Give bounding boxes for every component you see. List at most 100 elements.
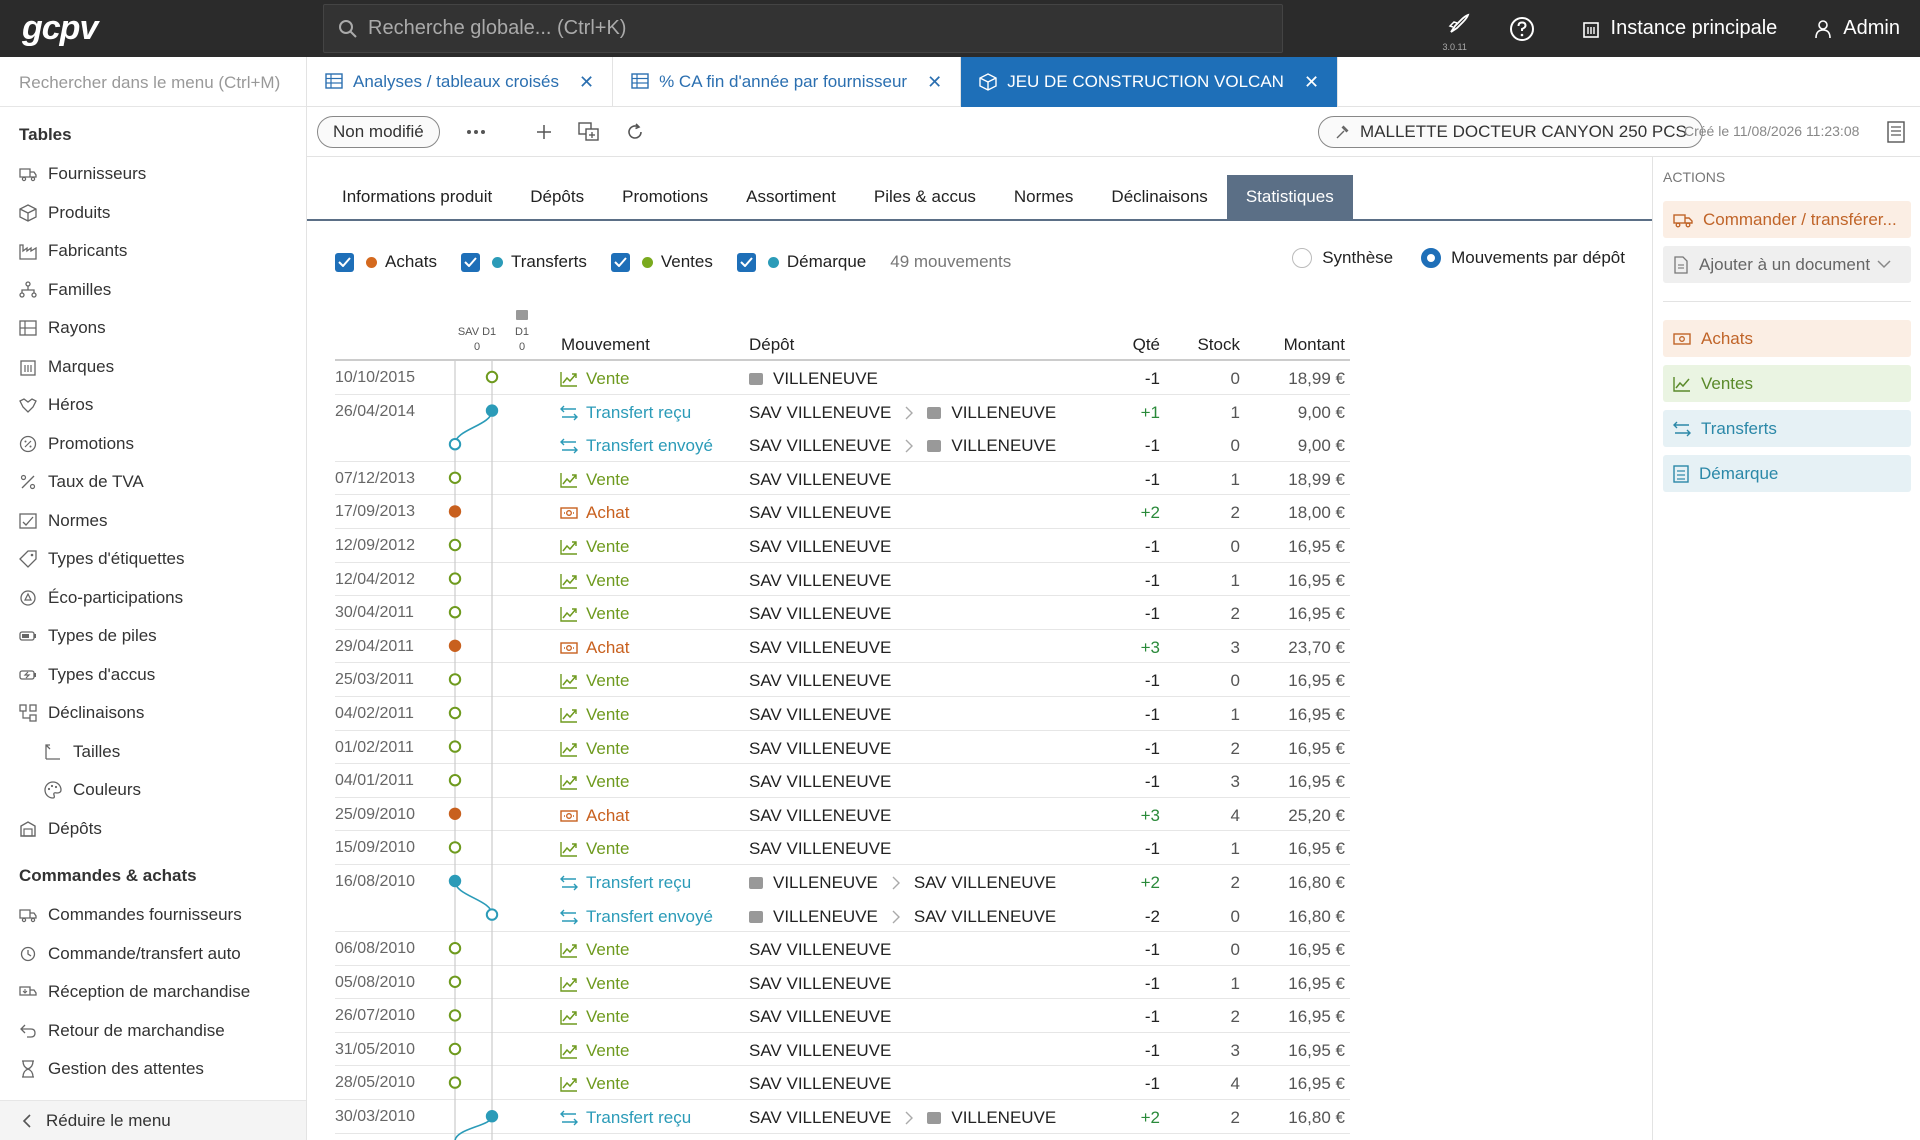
sidebar-item-commande-transfert-auto[interactable]: Commande/transfert auto xyxy=(0,935,306,974)
subtab-informations-produit[interactable]: Informations produit xyxy=(323,175,511,219)
duplicate-button[interactable] xyxy=(578,121,600,142)
sidebar-item-types-d-etiquettes[interactable]: Types d'étiquettes xyxy=(0,540,306,579)
action-link-transferts[interactable]: Transferts xyxy=(1663,410,1911,447)
movement-type[interactable]: Transfert reçu xyxy=(560,403,691,423)
order-transfer-button[interactable]: Commander / transférer... xyxy=(1663,201,1911,238)
movement-type[interactable]: Vente xyxy=(560,470,630,490)
table-row[interactable]: 15/09/2010 Vente SAV VILLENEUVE -1 1 16,95 € xyxy=(335,831,1350,865)
sidebar-item-types-de-piles[interactable]: Types de piles xyxy=(0,617,306,656)
table-row[interactable]: 06/08/2010 Vente SAV VILLENEUVE -1 0 16,95 € xyxy=(335,932,1350,966)
subtab-declinaisons[interactable]: Déclinaisons xyxy=(1092,175,1226,219)
user-menu[interactable]: Admin xyxy=(1813,17,1900,40)
table-row[interactable]: 17/09/2013 Achat SAV VILLENEUVE +2 2 18,00 € xyxy=(335,495,1350,529)
movement-type[interactable]: Transfert reçu xyxy=(560,1108,691,1128)
table-row[interactable]: 26/04/2014 Transfert reçu SAV VILLENEUVE VI… xyxy=(335,395,1350,429)
table-row[interactable]: 29/04/2011 Achat SAV VILLENEUVE +3 3 23,70 € xyxy=(335,630,1350,664)
subtab-promotions[interactable]: Promotions xyxy=(603,175,727,219)
movement-type[interactable]: Vente xyxy=(560,940,630,960)
action-link-ventes[interactable]: Ventes xyxy=(1663,365,1911,402)
table-row[interactable]: 30/04/2011 Vente SAV VILLENEUVE -1 2 16,95 € xyxy=(335,596,1350,630)
filter-checkbox-ventes[interactable]: Ventes xyxy=(610,252,713,272)
sidebar-item-depots[interactable]: Dépôts xyxy=(0,810,306,849)
sidebar-item-types-d-accus[interactable]: Types d'accus xyxy=(0,656,306,695)
sidebar-item-produits[interactable]: Produits xyxy=(0,194,306,233)
filter-checkbox-transferts[interactable]: Transferts xyxy=(460,252,587,272)
movement-type[interactable]: Vente xyxy=(560,1041,630,1061)
movement-type[interactable]: Vente xyxy=(560,571,630,591)
sidebar-item-marques[interactable]: Marques xyxy=(0,348,306,387)
instance-selector[interactable]: Instance principale xyxy=(1581,17,1777,40)
movement-type[interactable]: Achat xyxy=(560,503,629,523)
movement-type[interactable]: Vente xyxy=(560,974,630,994)
movement-type[interactable]: Vente xyxy=(560,671,630,691)
movement-type[interactable]: Transfert reçu xyxy=(560,873,691,893)
sidebar-item-commandes-fournisseurs[interactable]: Commandes fournisseurs xyxy=(0,896,306,935)
sidebar-item-gestion-des-attentes[interactable]: Gestion des attentes xyxy=(0,1050,306,1089)
add-button[interactable] xyxy=(536,124,552,140)
sidebar-item-reception-de-marchandise[interactable]: Réception de marchandise xyxy=(0,973,306,1012)
sidebar-item-heros[interactable]: Héros xyxy=(0,386,306,425)
movement-type[interactable]: Vente xyxy=(560,1074,630,1094)
subtab-statistiques[interactable]: Statistiques xyxy=(1226,175,1353,219)
table-row[interactable]: 16/08/2010 Transfert reçu VILLENEUVE SAV VI… xyxy=(335,865,1350,899)
col-header-qte[interactable]: Qté xyxy=(1133,335,1160,355)
col-header-depot[interactable]: Dépôt xyxy=(749,335,794,355)
release-notes-button[interactable]: 3.0.11 xyxy=(1443,0,1475,57)
radio-synthese[interactable]: Synthèse xyxy=(1292,248,1393,268)
refresh-button[interactable] xyxy=(626,122,644,141)
table-row[interactable]: 04/01/2011 Vente SAV VILLENEUVE -1 3 16,95 € xyxy=(335,764,1350,798)
document-tab[interactable]: % CA fin d'année par fournisseur ✕ xyxy=(613,57,962,107)
movement-type[interactable]: Vente xyxy=(560,604,630,624)
movement-type[interactable]: Vente xyxy=(560,1007,630,1027)
sidebar-item-tailles[interactable]: Tailles xyxy=(0,733,306,772)
sidebar-item-taux-de-tva[interactable]: Taux de TVA xyxy=(0,463,306,502)
table-row[interactable]: Transfert envoyé VILLENEUVE SAV VILLENEUVE… xyxy=(335,899,1350,933)
radio-mouvements-depot[interactable]: Mouvements par dépôt xyxy=(1421,248,1625,268)
col-header-stock[interactable]: Stock xyxy=(1197,335,1240,355)
document-info-button[interactable] xyxy=(1887,121,1905,143)
global-search-input[interactable]: Recherche globale... (Ctrl+K) xyxy=(323,4,1283,53)
subtab-depots[interactable]: Dépôts xyxy=(511,175,603,219)
menu-search-input[interactable]: Rechercher dans le menu (Ctrl+M) xyxy=(0,57,306,107)
subtab-normes[interactable]: Normes xyxy=(995,175,1093,219)
close-icon[interactable]: ✕ xyxy=(927,72,942,93)
sidebar-item-normes[interactable]: Normes xyxy=(0,502,306,541)
close-icon[interactable]: ✕ xyxy=(579,72,594,93)
table-row[interactable]: 12/04/2012 Vente SAV VILLENEUVE -1 1 16,95 € xyxy=(335,563,1350,597)
table-row[interactable]: 12/09/2012 Vente SAV VILLENEUVE -1 0 16,95 € xyxy=(335,529,1350,563)
subtab-piles-accus[interactable]: Piles & accus xyxy=(855,175,995,219)
table-row[interactable]: 31/05/2010 Vente SAV VILLENEUVE -1 3 16,95 € xyxy=(335,1033,1350,1067)
movement-type[interactable]: Vente xyxy=(560,537,630,557)
more-button[interactable] xyxy=(466,129,486,135)
action-link-achats[interactable]: Achats xyxy=(1663,320,1911,357)
movement-type[interactable]: Achat xyxy=(560,806,629,826)
help-button[interactable] xyxy=(1509,16,1545,42)
filter-checkbox-achats[interactable]: Achats xyxy=(335,252,437,272)
subtab-assortiment[interactable]: Assortiment xyxy=(727,175,855,219)
table-row[interactable]: 10/10/2015 Vente VILLENEUVE -1 0 18,99 € xyxy=(335,361,1350,395)
table-row[interactable]: 01/02/2011 Vente SAV VILLENEUVE -1 2 16,95 € xyxy=(335,731,1350,765)
table-row[interactable]: 04/02/2011 Vente SAV VILLENEUVE -1 1 16,95 € xyxy=(335,697,1350,731)
movement-type[interactable]: Achat xyxy=(560,638,629,658)
add-to-document-dropdown[interactable]: Ajouter à un document xyxy=(1663,246,1911,283)
table-row[interactable]: 30/03/2010 Transfert reçu SAV VILLENEUVE VI… xyxy=(335,1100,1350,1134)
movement-type[interactable]: Vente xyxy=(560,772,630,792)
linked-product-badge[interactable]: MALLETTE DOCTEUR CANYON 250 PCS xyxy=(1318,116,1703,148)
movement-type[interactable]: Vente xyxy=(560,839,630,859)
movement-type[interactable]: Vente xyxy=(560,739,630,759)
table-row[interactable]: 07/12/2013 Vente SAV VILLENEUVE -1 1 18,99 € xyxy=(335,462,1350,496)
table-row[interactable]: 05/08/2010 Vente SAV VILLENEUVE -1 1 16,95 € xyxy=(335,966,1350,1000)
collapse-menu-button[interactable]: Réduire le menu xyxy=(0,1100,306,1140)
table-row[interactable]: 28/05/2010 Vente SAV VILLENEUVE -1 4 16,95 € xyxy=(335,1066,1350,1101)
movement-type[interactable]: Vente xyxy=(560,705,630,725)
sidebar-item-eco-participations[interactable]: Éco-participations xyxy=(0,579,306,618)
sidebar-item-declinaisons[interactable]: Déclinaisons xyxy=(0,694,306,733)
sidebar-item-couleurs[interactable]: Couleurs xyxy=(0,771,306,810)
table-row[interactable]: 26/07/2010 Vente SAV VILLENEUVE -1 2 16,95 € xyxy=(335,999,1350,1033)
col-header-mouvement[interactable]: Mouvement xyxy=(561,335,650,355)
document-tab[interactable]: Analyses / tableaux croisés ✕ xyxy=(307,57,614,107)
table-row[interactable]: Transfert envoyé SAV VILLENEUVE VILLENEUVE… xyxy=(335,428,1350,462)
close-icon[interactable]: ✕ xyxy=(1304,72,1319,93)
sidebar-item-fabricants[interactable]: Fabricants xyxy=(0,232,306,271)
table-row[interactable]: 25/03/2011 Vente SAV VILLENEUVE -1 0 16,95 € xyxy=(335,663,1350,697)
